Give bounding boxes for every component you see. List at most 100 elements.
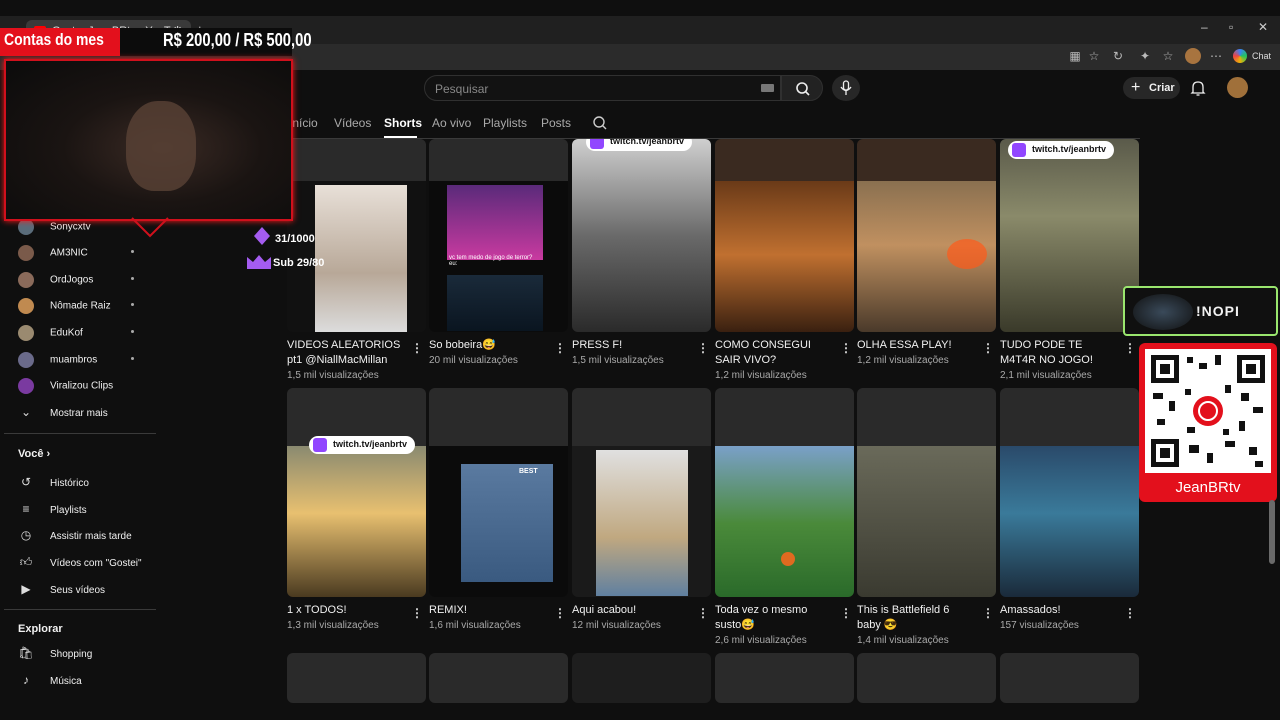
twitch-handle: twitch.tv/jeanbrtv — [1032, 144, 1107, 154]
sidebar-item-your-videos[interactable]: ▶ Seus vídeos — [18, 582, 105, 596]
channel-search-icon[interactable] — [592, 115, 608, 131]
short-title[interactable]: So bobeira😅 — [429, 338, 547, 353]
search-button[interactable] — [781, 75, 823, 101]
more-options-icon[interactable]: ⋮ — [1124, 341, 1136, 355]
notifications-bell-icon[interactable] — [1189, 79, 1207, 97]
sidebar-you-header[interactable]: Você › — [18, 448, 50, 460]
short-title[interactable]: This is Battlefield 6 baby 😎 — [857, 603, 975, 633]
short-thumbnail[interactable] — [1000, 653, 1139, 703]
short-thumbnail[interactable]: twitch.tv/jeanbrtv — [1000, 139, 1139, 332]
more-options-icon[interactable]: ⋮ — [840, 606, 852, 620]
more-options-icon[interactable]: ⋮ — [697, 606, 709, 620]
short-title[interactable]: OLHA ESSA PLAY! — [857, 338, 975, 353]
short-title[interactable]: 1 x TODOS! — [287, 603, 405, 618]
sidebar-item-shopping[interactable]: 🛍︎ Shopping — [18, 646, 92, 660]
short-title[interactable]: Aqui acabou! — [572, 603, 690, 618]
tab-playlists[interactable]: Playlists — [483, 116, 527, 130]
collections-icon[interactable]: ☆ — [1160, 48, 1176, 64]
fire-effect — [947, 239, 987, 269]
short-thumbnail[interactable] — [572, 388, 711, 597]
short-thumbnail[interactable] — [429, 653, 568, 703]
sidebar-item-ordjogos[interactable]: OrdJogos — [18, 272, 93, 288]
sidebar-item-liked-videos[interactable]: 👍︎ Vídeos com "Gostei" — [18, 555, 142, 570]
sidebar-item-sonycxtv[interactable]: Sonycxtv — [18, 219, 91, 235]
short-thumbnail[interactable] — [287, 653, 426, 703]
more-options-icon[interactable]: ⋮ — [982, 606, 994, 620]
new-content-dot — [131, 277, 134, 280]
minimize-icon[interactable]: – — [1201, 20, 1208, 34]
short-thumbnail[interactable]: BEST — [429, 388, 568, 597]
more-options-icon[interactable]: ⋮ — [1124, 606, 1136, 620]
profile-avatar[interactable] — [1185, 48, 1201, 64]
refresh-icon[interactable]: ↻ — [1110, 48, 1126, 64]
copilot-icon[interactable] — [1233, 49, 1247, 63]
voice-search-button[interactable] — [832, 75, 860, 101]
short-views: 1,3 mil visualizações — [287, 620, 379, 631]
more-options-icon[interactable]: ⋮ — [554, 341, 566, 355]
short-title[interactable]: PRESS F! — [572, 338, 690, 353]
sidebar-item-muambros[interactable]: muambros — [18, 352, 97, 368]
more-menu-icon[interactable]: ⋯ — [1208, 48, 1224, 64]
short-views: 1,2 mil visualizações — [857, 355, 949, 366]
diamond-icon — [254, 227, 270, 245]
apps-icon[interactable]: ▦ — [1067, 48, 1083, 64]
more-options-icon[interactable]: ⋮ — [697, 341, 709, 355]
window-close-icon[interactable]: ✕ — [1258, 20, 1268, 34]
short-thumbnail[interactable] — [857, 139, 996, 332]
qr-code-image — [1151, 355, 1265, 467]
short-thumbnail[interactable] — [715, 139, 854, 332]
favorite-star-icon[interactable]: ☆ — [1086, 48, 1102, 64]
twitch-badge: twitch.tv/jeanbrtv — [586, 139, 693, 151]
more-options-icon[interactable]: ⋮ — [411, 606, 423, 620]
streamer-image — [126, 101, 196, 191]
short-thumbnail[interactable]: twitch.tv/jeanbrtv — [572, 139, 711, 332]
tab-shorts[interactable]: Shorts — [384, 116, 422, 130]
sidebar-item-edukof[interactable]: EduKof — [18, 325, 83, 341]
more-options-icon[interactable]: ⋮ — [840, 341, 852, 355]
short-title[interactable]: TUDO PODE TE M4T4R NO JOGO! — [1000, 338, 1118, 368]
search-input[interactable]: Pesquisar — [424, 75, 781, 101]
tab-ao-vivo[interactable]: Ao vivo — [432, 116, 471, 130]
tab-inicio[interactable]: Início — [289, 116, 318, 130]
sidebar-item-history[interactable]: ↺ Histórico — [18, 475, 89, 489]
short-thumbnail[interactable] — [715, 653, 854, 703]
short-thumbnail[interactable] — [572, 653, 711, 703]
sidebar-item-playlists[interactable]: ≡ Playlists — [18, 502, 86, 516]
short-title[interactable]: COMO CONSEGUI SAIR VIVO? — [715, 338, 833, 368]
sidebar-item-label: Nômade Raiz — [50, 300, 111, 312]
sidebar-item-music[interactable]: ♪ Música — [18, 673, 82, 687]
maximize-icon[interactable]: ▫ — [1229, 20, 1233, 34]
short-title[interactable]: REMIX! — [429, 603, 547, 618]
short-thumbnail[interactable] — [857, 653, 996, 703]
sidebar-item-nomade-raiz[interactable]: Nômade Raiz — [18, 298, 111, 314]
sidebar-item-am3nic[interactable]: AM3NIC — [18, 245, 88, 261]
more-options-icon[interactable]: ⋮ — [982, 341, 994, 355]
sidebar-item-label: AM3NIC — [50, 247, 88, 259]
short-title[interactable]: Toda vez o mesmo susto😅 — [715, 603, 833, 633]
sidebar-item-viralizou-clips[interactable]: Viralizou Clips — [18, 378, 113, 394]
new-content-dot — [131, 357, 134, 360]
chat-button[interactable]: Chat — [1252, 51, 1271, 61]
channel-avatar — [18, 219, 34, 235]
more-options-icon[interactable]: ⋮ — [554, 606, 566, 620]
short-title[interactable]: Amassados! — [1000, 603, 1118, 618]
create-button[interactable]: + Criar — [1123, 77, 1180, 99]
short-thumbnail[interactable]: twitch.tv/jeanbrtv — [287, 388, 426, 597]
tab-posts[interactable]: Posts — [541, 116, 571, 130]
account-avatar[interactable] — [1227, 77, 1248, 98]
twitch-icon — [590, 139, 604, 149]
sidebar-item-label: Viralizou Clips — [50, 380, 114, 392]
more-options-icon[interactable]: ⋮ — [411, 341, 423, 355]
sidebar-item-watch-later[interactable]: ◷ Assistir mais tarde — [18, 528, 132, 542]
page-scrollbar[interactable] — [1269, 500, 1275, 564]
tab-videos[interactable]: Vídeos — [334, 116, 371, 130]
short-thumbnail[interactable]: vc tem medo de jogo de terror? eu: — [429, 139, 568, 332]
extensions-icon[interactable]: ✦ — [1137, 48, 1153, 64]
show-more-button[interactable]: ⌄ Mostrar mais — [18, 405, 108, 419]
keyboard-icon[interactable] — [761, 84, 774, 92]
short-thumbnail[interactable] — [1000, 388, 1139, 597]
short-title[interactable]: VIDEOS ALEATORIOS pt1 @NiallMacMillan — [287, 338, 405, 368]
thumbnail-image — [461, 464, 553, 582]
short-thumbnail[interactable] — [715, 388, 854, 597]
short-thumbnail[interactable] — [857, 388, 996, 597]
